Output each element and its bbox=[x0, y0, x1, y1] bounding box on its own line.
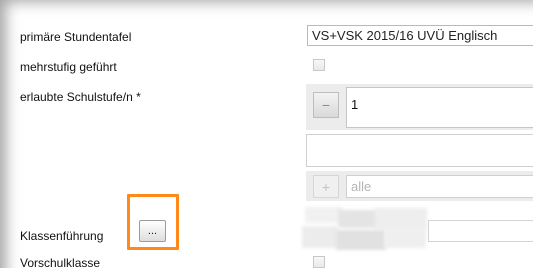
allowed-levels-label: erlaubte Schulstufe/n * bbox=[20, 90, 141, 104]
allowed-levels-empty-area bbox=[306, 134, 533, 167]
remove-level-button[interactable]: − bbox=[313, 92, 339, 118]
add-level-button[interactable]: + bbox=[313, 175, 339, 198]
preschool-class-checkbox[interactable] bbox=[313, 256, 325, 268]
selected-level-value: 1 bbox=[346, 87, 533, 128]
primary-schedule-label: primäre Stundentafel bbox=[20, 30, 132, 44]
add-level-input[interactable]: alle bbox=[346, 175, 533, 198]
multi-level-checkbox[interactable] bbox=[313, 59, 325, 71]
class-management-field bbox=[428, 220, 533, 242]
class-management-label: Klassenführung bbox=[20, 229, 104, 243]
multi-level-label: mehrstufig geführt bbox=[20, 60, 117, 74]
primary-schedule-field[interactable]: VS+VSK 2015/16 UVÜ Englisch bbox=[307, 25, 533, 46]
class-management-button[interactable]: ... bbox=[139, 220, 166, 242]
